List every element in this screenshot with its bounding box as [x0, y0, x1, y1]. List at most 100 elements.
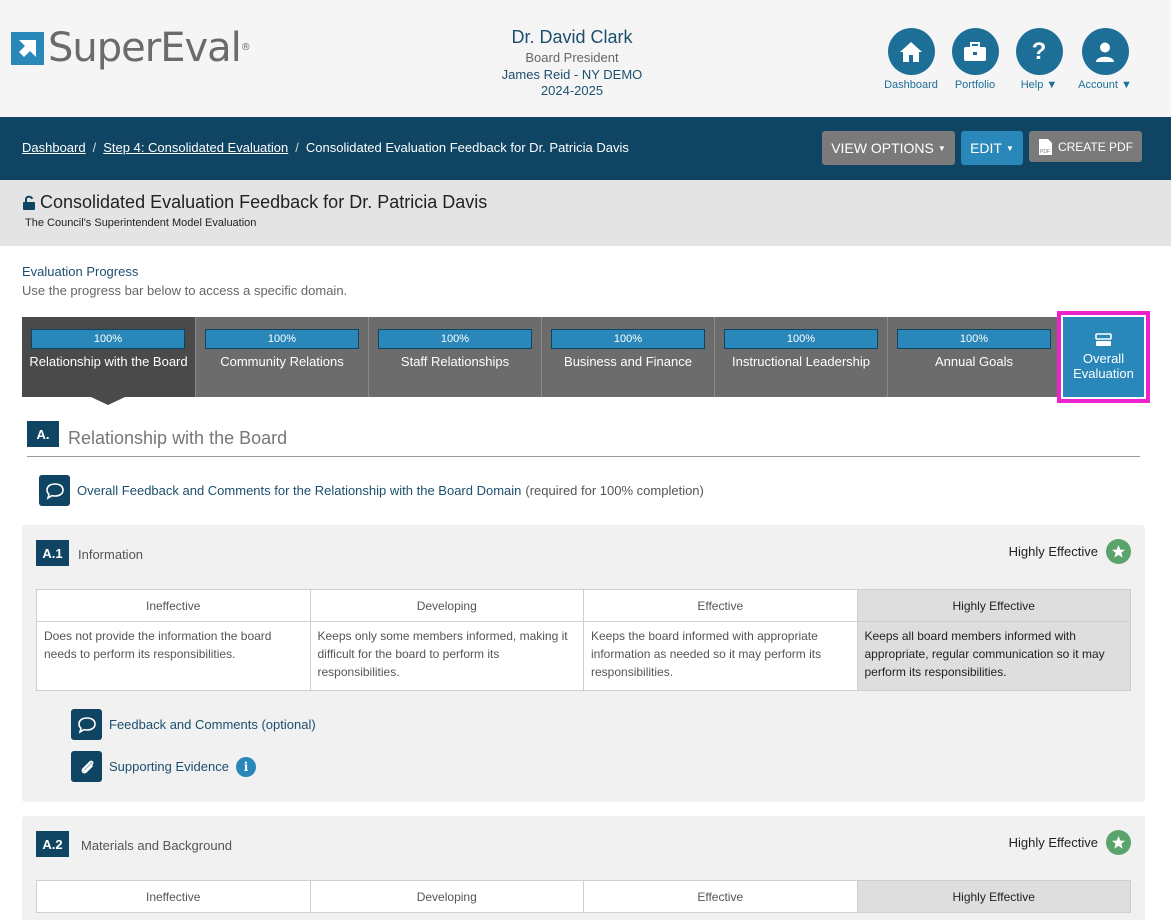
page-title: Consolidated Evaluation Feedback for Dr.…	[22, 192, 487, 213]
top-nav: Dashboard Portfolio ? Help ▼ Account ▼	[877, 28, 1137, 91]
briefcase-icon	[951, 28, 999, 75]
nav-portfolio[interactable]: Portfolio	[945, 28, 1005, 91]
tab-overall-label: Overall Evaluation	[1073, 351, 1134, 381]
title-band: Consolidated Evaluation Feedback for Dr.…	[0, 180, 1171, 246]
breadcrumb-dashboard[interactable]: Dashboard	[22, 140, 86, 155]
logo-text: SuperEval®	[48, 25, 251, 71]
domain-feedback-row: Overall Feedback and Comments for the Re…	[39, 475, 704, 506]
caret-down-icon: ▼	[1043, 79, 1058, 91]
rubric-header-ineffective: Ineffective	[36, 880, 311, 913]
tab-overall-evaluation-highlight: Overall Evaluation	[1057, 311, 1150, 403]
tab-community-relations[interactable]: 100% Community Relations	[195, 317, 368, 397]
nav-account-label: Account ▼	[1078, 79, 1132, 91]
tab-label: Community Relations	[220, 354, 344, 369]
tab-label: Staff Relationships	[400, 354, 510, 369]
tab-label: Annual Goals	[934, 354, 1014, 369]
toolbar: VIEW OPTIONS ▼ EDIT ▼ PDF CREATE PDF	[816, 131, 1142, 165]
domain-badge: A.	[27, 421, 59, 447]
indicator-feedback-link[interactable]: Feedback and Comments (optional)	[109, 717, 316, 732]
top-header: SuperEval® Dr. David Clark Board Preside…	[0, 0, 1171, 117]
logo-mark-icon	[11, 31, 44, 65]
caret-down-icon: ▼	[1117, 79, 1132, 91]
info-icon[interactable]: i	[235, 756, 256, 777]
indicator-badge: A.1	[36, 540, 69, 566]
progress-bar: 100%	[724, 329, 878, 349]
domain-title: Relationship with the Board	[68, 428, 288, 448]
tab-label: Business and Finance	[564, 354, 692, 369]
indicator-card-a1: A.1 Information Highly Effective Ineffec…	[22, 525, 1145, 802]
unlock-icon	[22, 195, 36, 211]
rubric-header-developing: Developing	[309, 589, 584, 622]
rubric-cell-developing: Keeps only some members informed, making…	[309, 621, 584, 691]
comment-icon[interactable]	[39, 475, 70, 506]
rubric-header-effective: Effective	[583, 589, 858, 622]
progress-tabs: 100% Relationship with the Board 100% Co…	[22, 317, 1060, 405]
breadcrumb-step4[interactable]: Step 4: Consolidated Evaluation	[103, 140, 288, 155]
rubric-cell-highly-effective: Keeps all board members informed with ap…	[856, 621, 1131, 691]
rubric-header-row: Ineffective Developing Effective Highly …	[36, 880, 1131, 913]
rubric-cell-ineffective: Does not provide the information the boa…	[36, 621, 311, 691]
breadcrumb-current: Consolidated Evaluation Feedback for Dr.…	[305, 140, 629, 155]
caret-down-icon: ▼	[1005, 143, 1014, 153]
user-info: Dr. David Clark Board President James Re…	[472, 26, 672, 99]
tab-staff-relationships[interactable]: 100% Staff Relationships	[368, 317, 541, 397]
progress-bar: 100%	[31, 329, 185, 349]
indicator-rating: Highly Effective	[1009, 539, 1131, 564]
rubric-header-effective: Effective	[583, 880, 858, 913]
breadcrumb-separator: /	[295, 140, 299, 155]
domain-feedback-note: (required for 100% completion)	[525, 483, 704, 498]
rubric-header-highly-effective: Highly Effective	[856, 589, 1131, 622]
breadcrumb: Dashboard / Step 4: Consolidated Evaluat…	[22, 140, 629, 155]
superEval-logo[interactable]: SuperEval®	[11, 25, 251, 71]
create-pdf-button[interactable]: PDF CREATE PDF	[1029, 131, 1142, 162]
supporting-evidence-link[interactable]: Supporting Evidence	[109, 759, 229, 774]
home-icon	[887, 28, 935, 75]
paperclip-icon[interactable]	[71, 751, 102, 782]
rating-label: Highly Effective	[1008, 544, 1098, 559]
view-options-button[interactable]: VIEW OPTIONS ▼	[822, 131, 955, 165]
indicator-badge: A.2	[36, 831, 69, 857]
indicator-feedback-row: Feedback and Comments (optional)	[71, 709, 316, 740]
tab-instructional-leadership[interactable]: 100% Instructional Leadership	[714, 317, 887, 397]
tab-label: Instructional Leadership	[731, 354, 871, 369]
tab-annual-goals[interactable]: 100% Annual Goals	[887, 317, 1060, 397]
indicator-title: Materials and Background	[81, 838, 233, 853]
indicator-title: Information	[78, 547, 144, 562]
breadcrumb-bar: Dashboard / Step 4: Consolidated Evaluat…	[0, 117, 1171, 180]
domain-feedback-link[interactable]: Overall Feedback and Comments for the Re…	[77, 483, 521, 498]
rubric-header-developing: Developing	[309, 880, 584, 913]
school-year: 2024-2025	[540, 83, 604, 98]
rubric-cell-effective: Keeps the board informed with appropriat…	[583, 621, 858, 691]
nav-help[interactable]: ? Help ▼	[1009, 28, 1069, 91]
indicator-rating: Highly Effective	[1009, 830, 1131, 855]
rubric-header-row: Ineffective Developing Effective Highly …	[36, 589, 1131, 622]
edit-label: EDIT	[970, 140, 1002, 156]
progress-bar: 100%	[897, 329, 1051, 349]
create-pdf-label: CREATE PDF	[1057, 139, 1134, 154]
tab-relationship-with-board[interactable]: 100% Relationship with the Board	[22, 317, 195, 405]
rubric-header-highly-effective: Highly Effective	[856, 880, 1131, 913]
edit-button[interactable]: EDIT ▼	[961, 131, 1023, 165]
pdf-file-icon: PDF	[1038, 138, 1053, 156]
progress-description: Use the progress bar below to access a s…	[22, 283, 348, 298]
rating-label: Highly Effective	[1008, 835, 1098, 850]
comment-icon[interactable]	[71, 709, 102, 740]
page-title-text: Consolidated Evaluation Feedback for Dr.…	[40, 192, 488, 212]
nav-help-label: Help ▼	[1020, 79, 1058, 91]
nav-dashboard-label: Dashboard	[884, 79, 938, 91]
domain-divider	[27, 456, 1140, 457]
star-icon	[1106, 539, 1131, 564]
question-icon: ?	[1015, 28, 1063, 75]
nav-account[interactable]: Account ▼	[1073, 28, 1137, 91]
nav-dashboard[interactable]: Dashboard	[881, 28, 941, 91]
rubric-row: Does not provide the information the boa…	[36, 621, 1131, 691]
user-org: James Reid - NY DEMO	[501, 67, 643, 82]
tab-overall-evaluation[interactable]: Overall Evaluation	[1063, 317, 1144, 397]
progress-title: Evaluation Progress	[22, 264, 139, 279]
active-tab-pointer	[91, 397, 125, 405]
view-options-label: VIEW OPTIONS	[831, 140, 934, 156]
overall-evaluation-icon	[1095, 333, 1112, 347]
star-icon	[1106, 830, 1131, 855]
breadcrumb-separator: /	[92, 140, 97, 155]
tab-business-and-finance[interactable]: 100% Business and Finance	[541, 317, 714, 397]
